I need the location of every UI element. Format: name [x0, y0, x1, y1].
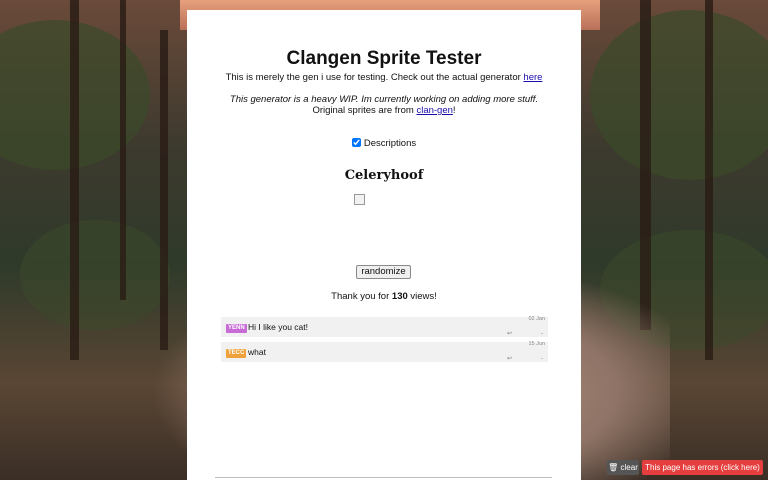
comment-text: what: [248, 347, 266, 357]
tree-trunk: [70, 0, 79, 360]
comment-date: 02 Jan: [528, 316, 545, 322]
descriptions-toggle[interactable]: Descriptions: [187, 138, 581, 149]
descriptions-label: Descriptions: [363, 138, 417, 149]
cat-sprite-image: [354, 194, 365, 205]
generator-link[interactable]: here: [523, 72, 542, 83]
reply-icon[interactable]: ↩: [507, 356, 512, 362]
comment-item: TECC what 15 Jun ↩ -: [221, 341, 548, 362]
tree-trunk: [120, 0, 126, 300]
comment-text: Hi I like you cat!: [248, 322, 308, 332]
page-title: Clangen Sprite Tester: [286, 48, 482, 69]
intro-line: This is merely the gen i use for testing…: [187, 72, 581, 83]
tree-trunk: [705, 0, 713, 360]
cat-name-heading: Celeryhoof: [344, 168, 424, 183]
comment-menu[interactable]: -: [541, 331, 543, 337]
views-suffix: views!: [407, 291, 437, 302]
user-tag[interactable]: YENN: [226, 324, 247, 333]
views-prefix: Thank you for: [331, 291, 392, 302]
main-panel: Clangen Sprite Tester This is merely the…: [187, 10, 581, 480]
credit-text: Original sprites are from: [312, 105, 417, 116]
tree-foliage: [590, 10, 768, 180]
reply-icon[interactable]: ↩: [507, 331, 512, 337]
errors-button[interactable]: This page has errors (click here): [642, 460, 763, 475]
divider: [215, 477, 552, 478]
randomize-button[interactable]: randomize: [356, 265, 411, 279]
comment-date: 15 Jun: [528, 341, 545, 347]
comment-item: YENN Hi I like you cat! 02 Jan ↩ -: [221, 316, 548, 337]
clear-button[interactable]: 🗑 clear: [607, 460, 639, 475]
wip-notice: This generator is a heavy WIP. Im curren…: [229, 94, 539, 105]
credit-suffix: !: [452, 105, 456, 116]
comment-menu[interactable]: -: [541, 356, 543, 362]
descriptions-checkbox[interactable]: [351, 138, 361, 147]
user-tag[interactable]: TECC: [226, 349, 247, 358]
view-counter: Thank you for 130 views!: [187, 291, 581, 302]
tree-foliage: [20, 220, 170, 330]
clan-gen-link[interactable]: clan-gen: [416, 105, 452, 116]
views-count: 130: [391, 291, 408, 302]
credit-line: Original sprites are from clan-gen!: [187, 105, 581, 116]
intro-text: This is merely the gen i use for testing…: [225, 72, 524, 83]
